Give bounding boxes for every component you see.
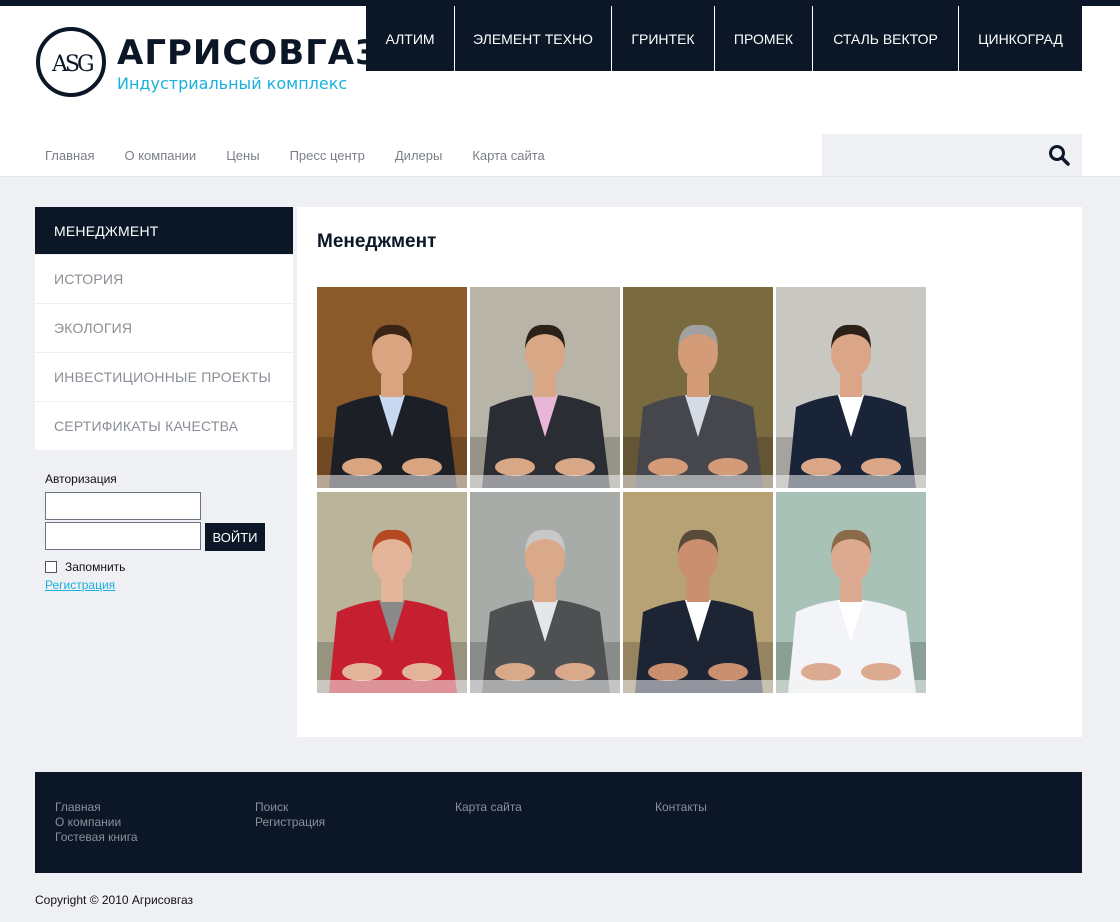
main-nav-prices[interactable]: Цены <box>226 148 259 163</box>
footer-col-2: Поиск Регистрация <box>255 800 325 830</box>
sidebar-item-ecology[interactable]: ЭКОЛОГИЯ <box>35 304 293 353</box>
main-content: Менеджмент <box>297 207 1082 737</box>
brand-nav-item-altim[interactable]: АЛТИМ <box>366 6 455 71</box>
sidebar-item-management[interactable]: МЕНЕДЖМЕНТ <box>35 207 293 255</box>
main-nav-sitemap[interactable]: Карта сайта <box>472 148 544 163</box>
site-logo[interactable]: ASG АГРИСОВГАЗ Индустриальный комплекс <box>35 26 380 98</box>
management-photo[interactable] <box>776 287 926 488</box>
sidebar-menu: МЕНЕДЖМЕНТ ИСТОРИЯ ЭКОЛОГИЯ ИНВЕСТИЦИОНН… <box>35 207 293 451</box>
portrait-image <box>317 287 467 488</box>
brand-subtitle: Индустриальный комплекс <box>117 74 348 93</box>
portrait-image <box>470 287 620 488</box>
register-link[interactable]: Регистрация <box>45 578 285 592</box>
brand-nav-item-stal-vektor[interactable]: СТАЛЬ ВЕКТОР <box>813 6 959 71</box>
footer-link-home[interactable]: Главная <box>55 800 138 815</box>
main-nav-about[interactable]: О компании <box>124 148 196 163</box>
search-box <box>822 134 1082 176</box>
sidebar-item-quality-certificates[interactable]: СЕРТИФИКАТЫ КАЧЕСТВА <box>35 402 293 451</box>
brand-title: АГРИСОВГАЗ <box>117 33 381 73</box>
portrait-image <box>623 492 773 693</box>
logo-mark: ASG <box>36 27 106 97</box>
footer-link-register[interactable]: Регистрация <box>255 815 325 830</box>
footer-link-sitemap[interactable]: Карта сайта <box>455 800 522 815</box>
management-photo[interactable] <box>776 492 926 693</box>
footer-link-search[interactable]: Поиск <box>255 800 325 815</box>
logo-letter-a: ASG <box>51 52 93 77</box>
auth-title: Авторизация <box>45 472 117 486</box>
footer-col-4: Контакты <box>655 800 707 815</box>
search-icon[interactable] <box>1048 144 1070 166</box>
footer-link-about[interactable]: О компании <box>55 815 138 830</box>
sidebar-item-investment-projects[interactable]: ИНВЕСТИЦИОННЫЕ ПРОЕКТЫ <box>35 353 293 402</box>
brand-nav-item-grintek[interactable]: ГРИНТЕК <box>612 6 715 71</box>
remember-checkbox[interactable] <box>45 561 57 573</box>
copyright-text: Copyright © 2010 Агрисовгаз <box>35 893 193 907</box>
password-field[interactable] <box>45 522 201 550</box>
management-photo[interactable] <box>470 287 620 488</box>
management-photo[interactable] <box>470 492 620 693</box>
sidebar-item-history[interactable]: ИСТОРИЯ <box>35 255 293 304</box>
portrait-image <box>776 287 926 488</box>
management-gallery <box>317 287 929 697</box>
brand-nav-item-tsinkograd[interactable]: ЦИНКОГРАД <box>959 6 1082 71</box>
page-title: Менеджмент <box>317 231 437 252</box>
footer-col-3: Карта сайта <box>455 800 522 815</box>
auth-form: Авторизация ВОЙТИ Запомнить Регистрация <box>45 472 285 592</box>
login-button[interactable]: ВОЙТИ <box>205 523 265 551</box>
remember-row: Запомнить <box>45 560 285 574</box>
brand-nav-item-promek[interactable]: ПРОМЕК <box>715 6 813 71</box>
main-nav: Главная О компании Цены Пресс центр Диле… <box>35 148 565 163</box>
site-footer: Главная О компании Гостевая книга Поиск … <box>35 772 1082 873</box>
portrait-image <box>470 492 620 693</box>
management-photo[interactable] <box>623 287 773 488</box>
main-nav-press[interactable]: Пресс центр <box>290 148 365 163</box>
management-photo[interactable] <box>317 287 467 488</box>
footer-col-1: Главная О компании Гостевая книга <box>55 800 138 845</box>
footer-link-guestbook[interactable]: Гостевая книга <box>55 830 138 845</box>
management-photo[interactable] <box>623 492 773 693</box>
management-photo[interactable] <box>317 492 467 693</box>
login-field[interactable] <box>45 492 201 520</box>
footer-link-contacts[interactable]: Контакты <box>655 800 707 815</box>
main-nav-dealers[interactable]: Дилеры <box>395 148 442 163</box>
remember-label: Запомнить <box>65 560 126 574</box>
site-header: ASG АГРИСОВГАЗ Индустриальный комплекс А… <box>0 6 1120 177</box>
portrait-image <box>623 287 773 488</box>
search-input[interactable] <box>822 134 1032 176</box>
portrait-image <box>317 492 467 693</box>
brand-nav: АЛТИМ ЭЛЕМЕНТ ТЕХНО ГРИНТЕК ПРОМЕК СТАЛЬ… <box>366 6 1082 71</box>
main-nav-home[interactable]: Главная <box>45 148 94 163</box>
portrait-image <box>776 492 926 693</box>
brand-nav-item-element-tekhno[interactable]: ЭЛЕМЕНТ ТЕХНО <box>455 6 612 71</box>
